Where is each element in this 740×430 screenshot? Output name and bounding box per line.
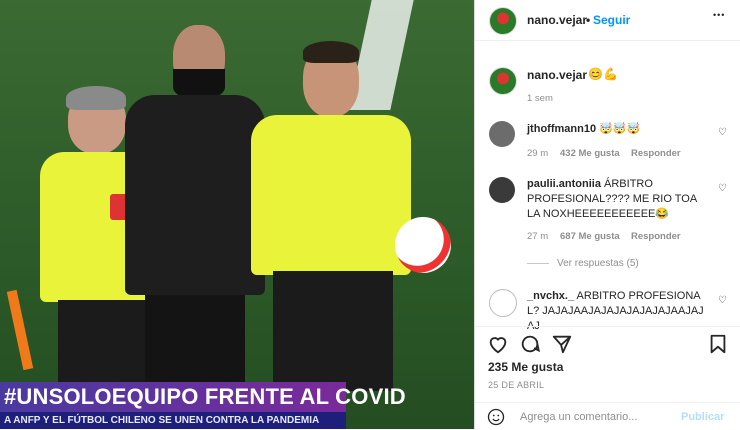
- comment-input[interactable]: Agrega un comentario...: [520, 411, 637, 423]
- post-header: nano.vejar • Seguir •••: [475, 0, 740, 41]
- comment-item: jthoffmann10 🤯🤯🤯: [527, 122, 702, 137]
- heart-icon[interactable]: [487, 333, 509, 355]
- caption-text: 😊💪: [588, 67, 618, 81]
- caption-time: 1 sem: [527, 93, 553, 104]
- comment-likes[interactable]: 687 Me gusta: [560, 231, 620, 242]
- comment-username[interactable]: jthoffmann10: [527, 123, 596, 135]
- like-comment-icon[interactable]: ♡: [718, 183, 727, 194]
- save-icon[interactable]: [707, 333, 729, 355]
- author-avatar[interactable]: [489, 7, 517, 35]
- comment-text: 🤯🤯🤯: [599, 123, 641, 135]
- like-comment-icon[interactable]: ♡: [718, 295, 727, 306]
- tv-banner-subtitle: A ANFP Y EL FÚTBOL CHILENO SE UNEN CONTR…: [0, 412, 346, 429]
- like-comment-icon[interactable]: ♡: [718, 127, 727, 138]
- view-replies-button[interactable]: Ver respuestas (5): [527, 258, 639, 269]
- header-separator: •: [586, 13, 591, 27]
- instagram-post: #UNSOLOEQUIPO FRENTE AL COVID A ANFP Y E…: [0, 0, 740, 429]
- comment-likes[interactable]: 432 Me gusta: [560, 148, 620, 159]
- comment-icon[interactable]: [519, 333, 541, 355]
- comment-time: 27 m: [527, 231, 549, 242]
- reply-button[interactable]: Responder: [631, 148, 681, 159]
- replies-divider: [527, 262, 549, 264]
- comment-avatar[interactable]: [489, 121, 515, 147]
- reply-button[interactable]: Responder: [631, 231, 681, 242]
- emoji-icon[interactable]: [487, 408, 505, 426]
- post-likes[interactable]: 235 Me gusta: [488, 360, 563, 374]
- comment-avatar[interactable]: [489, 177, 515, 203]
- comment-time: 29 m: [527, 148, 549, 159]
- post-date: 25 DE ABRIL: [488, 380, 545, 390]
- post-sidebar: nano.vejar • Seguir ••• nano.vejar 😊💪 1 …: [474, 0, 740, 429]
- caption-avatar[interactable]: [489, 67, 517, 95]
- post-actions: 235 Me gusta 25 DE ABRIL: [475, 326, 740, 407]
- tv-banner-title: #UNSOLOEQUIPO FRENTE AL COVID: [0, 382, 406, 412]
- more-options-icon[interactable]: •••: [713, 10, 725, 20]
- caption-username[interactable]: nano.vejar: [527, 68, 587, 82]
- post-photo[interactable]: #UNSOLOEQUIPO FRENTE AL COVID A ANFP Y E…: [0, 0, 474, 429]
- view-replies-label: Ver respuestas (5): [557, 258, 639, 269]
- share-icon[interactable]: [551, 333, 573, 355]
- comment-item: paulii.antoniia ÁRBITRO PROFESIONAL???? …: [527, 177, 705, 222]
- comment-username[interactable]: _nvchx._: [527, 290, 574, 302]
- referee-center: [245, 41, 451, 429]
- comment-username[interactable]: paulii.antoniia: [527, 178, 601, 190]
- coach-center: [125, 25, 265, 385]
- comment-bar: Agrega un comentario... Publicar: [475, 402, 740, 430]
- follow-button[interactable]: Seguir: [593, 13, 630, 27]
- publish-button[interactable]: Publicar: [681, 411, 724, 423]
- author-username[interactable]: nano.vejar: [527, 13, 587, 27]
- comment-avatar[interactable]: [489, 289, 517, 317]
